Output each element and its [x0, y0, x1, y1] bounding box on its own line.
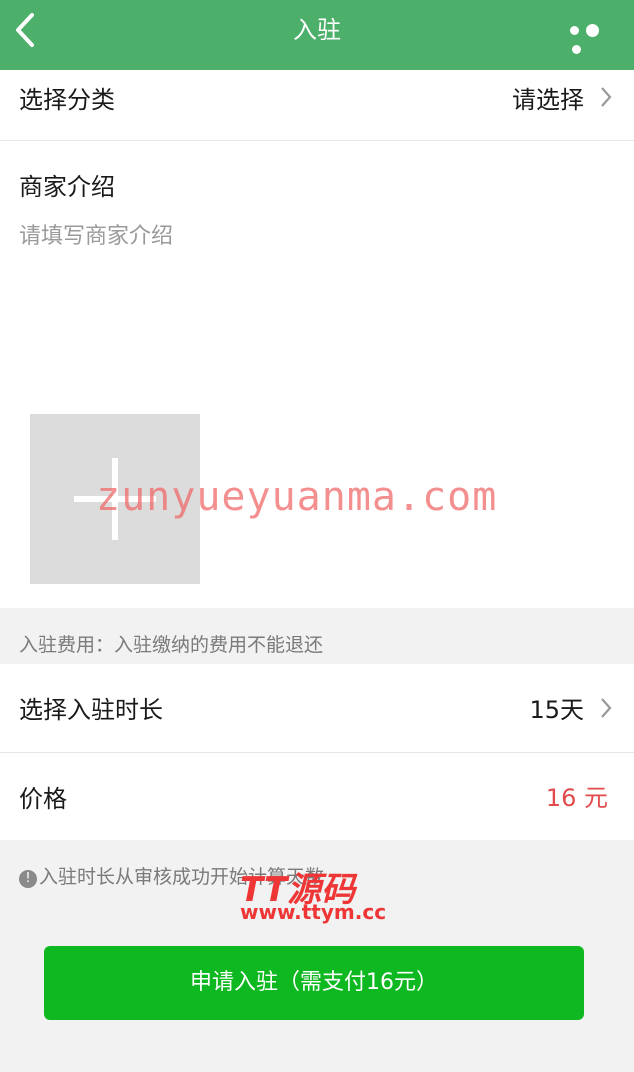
intro-textarea[interactable]: 请填写商家介绍 — [19, 218, 173, 250]
more-dots-icon[interactable] — [570, 20, 614, 54]
price-row: 价格 — [0, 753, 634, 840]
watermark-url: www.ttym.cc — [240, 900, 387, 924]
chevron-right-icon — [601, 87, 612, 107]
info-icon: ! — [19, 870, 37, 888]
submit-button[interactable]: 申请入驻（需支付16元） — [44, 946, 584, 1020]
nav-bar: 入驻 — [0, 0, 634, 70]
intro-label: 商家介绍 — [19, 173, 115, 201]
price-value: 16 元 — [545, 784, 608, 812]
duration-value: 15天 — [529, 696, 584, 724]
watermark-domain: zunyueyuanma.com — [96, 474, 498, 520]
category-value: 请选择 — [512, 86, 584, 114]
duration-label: 选择入驻时长 — [19, 696, 163, 724]
category-row[interactable]: 选择分类 请选择 — [0, 70, 634, 140]
fee-note: 入驻费用：入驻缴纳的费用不能退还 — [19, 634, 324, 656]
page-title: 入驻 — [293, 16, 341, 44]
price-label: 价格 — [19, 785, 67, 813]
chevron-right-icon — [601, 698, 612, 718]
category-label: 选择分类 — [19, 86, 115, 114]
duration-row[interactable]: 选择入驻时长 15天 — [0, 664, 634, 752]
